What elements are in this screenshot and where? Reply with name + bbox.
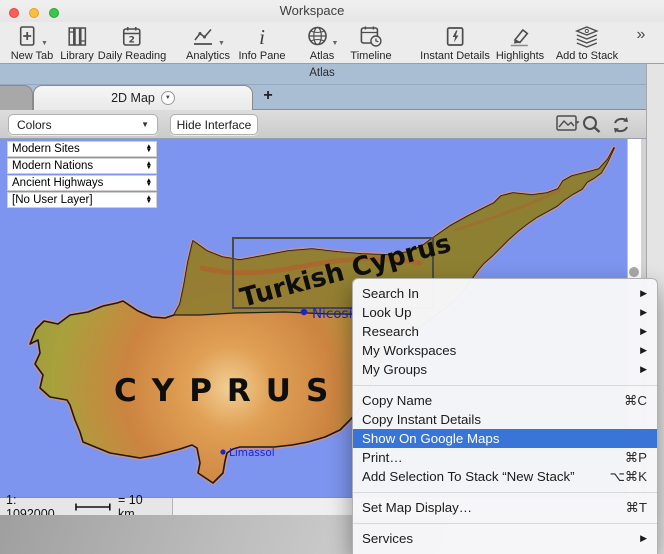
menu-item-services[interactable]: Services▶: [353, 529, 657, 548]
country-label: CYPRUS: [114, 373, 343, 409]
toolbar-new-tab-button[interactable]: ▼ New Tab: [11, 24, 54, 62]
pane-header-bar: Atlas: [0, 64, 646, 85]
layer-selector-stack: Modern Sites ▲▼ Modern Nations ▲▼ Ancien…: [7, 141, 157, 209]
nicosia-dot: [301, 309, 307, 315]
tab-2d-map[interactable]: 2D Map ▼: [33, 85, 253, 110]
layer-select-3[interactable]: Ancient Highways ▲▼: [7, 175, 157, 191]
toolbar-overflow-chevron[interactable]: »: [637, 26, 644, 44]
toolbar-add-to-stack-button[interactable]: Add to Stack: [556, 24, 618, 62]
menu-item-look-up[interactable]: Look Up▶: [353, 303, 657, 322]
new-tab-icon: ▼: [16, 24, 48, 50]
highlighter-icon: [507, 24, 533, 50]
menu-item-my-workspaces[interactable]: My Workspaces▶: [353, 341, 657, 360]
menu-item-search-in[interactable]: Search In▶: [353, 284, 657, 303]
menu-item-my-groups[interactable]: My Groups▶: [353, 360, 657, 379]
submenu-arrow-icon: ▶: [640, 288, 647, 299]
hide-interface-button[interactable]: Hide Interface: [170, 114, 258, 135]
scrollbar-thumb[interactable]: [629, 267, 639, 277]
tab-dropdown-icon[interactable]: ▼: [161, 91, 175, 105]
context-menu: Search In▶ Look Up▶ Research▶ My Workspa…: [352, 278, 658, 554]
info-pane-icon: i: [259, 24, 265, 50]
toolbar-instant-details-button[interactable]: Instant Details: [420, 24, 490, 62]
toolbar-daily-reading-button[interactable]: 2 Daily Reading: [98, 24, 166, 62]
menu-item-show-on-google-maps[interactable]: Show On Google Maps: [353, 429, 657, 448]
inactive-tab-stub: [0, 85, 33, 110]
stepper-arrows-icon: ▲▼: [146, 162, 152, 170]
shortcut-label: ⌥⌘K: [610, 469, 648, 485]
stepper-arrows-icon: ▲▼: [146, 179, 152, 187]
toolbar-library-button[interactable]: Library: [60, 24, 94, 62]
tab-bar: 2D Map ▼ +: [0, 85, 646, 110]
menu-separator: [353, 523, 657, 524]
limassol-dot: [220, 449, 225, 454]
stepper-arrows-icon: ▲▼: [146, 196, 152, 204]
submenu-arrow-icon: ▶: [640, 364, 647, 375]
menu-item-copy-name[interactable]: Copy Name⌘C: [353, 391, 657, 410]
layer-select-4[interactable]: [No User Layer] ▲▼: [7, 192, 157, 208]
instant-details-icon: [443, 24, 467, 50]
close-window-button[interactable]: [9, 8, 19, 18]
workspace-window: Workspace ▼ New Tab Library 2 Daily Read…: [0, 0, 664, 554]
new-tab-plus-button[interactable]: +: [263, 87, 272, 105]
map-style-icon[interactable]: [556, 114, 582, 134]
menu-item-research[interactable]: Research▶: [353, 322, 657, 341]
submenu-arrow-icon: ▶: [640, 533, 647, 544]
zoom-window-button[interactable]: [49, 8, 59, 18]
dropdown-caret-icon: ▼: [332, 40, 339, 47]
toolbar-atlas-button[interactable]: ▼ Atlas: [306, 24, 339, 62]
limassol-label: Limassol: [229, 447, 275, 459]
shortcut-label: ⌘P: [625, 450, 647, 466]
refresh-cycle-icon[interactable]: [608, 114, 634, 136]
stepper-arrows-icon: ▲▼: [146, 145, 152, 153]
layer-select-1[interactable]: Modern Sites ▲▼: [7, 141, 157, 157]
timeline-icon: [358, 24, 384, 50]
toolbar-timeline-button[interactable]: Timeline: [350, 24, 391, 62]
dropdown-caret-icon: ▼: [41, 40, 48, 47]
menu-separator: [353, 385, 657, 386]
search-icon[interactable]: [581, 114, 603, 134]
chevron-down-icon: ▼: [141, 120, 149, 129]
map-controls-bar: Colors ▼ Hide Interface: [0, 110, 646, 139]
daily-reading-icon: 2: [120, 24, 144, 50]
pane-title: Atlas: [309, 67, 335, 79]
analytics-icon: ▼: [191, 24, 225, 50]
shortcut-label: ⌘T: [626, 500, 647, 516]
menu-item-add-selection-to-stack[interactable]: Add Selection To Stack “New Stack”⌥⌘K: [353, 467, 657, 486]
window-title: Workspace: [280, 3, 345, 18]
toolbar-highlights-button[interactable]: Highlights: [496, 24, 544, 62]
menu-item-copy-instant-details[interactable]: Copy Instant Details: [353, 410, 657, 429]
layer-select-2[interactable]: Modern Nations ▲▼: [7, 158, 157, 174]
colors-dropdown[interactable]: Colors ▼: [8, 114, 158, 135]
scale-readout: 1: 1092000 = 10 km.: [0, 498, 173, 515]
toolbar-info-pane-button[interactable]: i Info Pane: [238, 24, 285, 62]
menu-item-set-map-display[interactable]: Set Map Display…⌘T: [353, 498, 657, 517]
submenu-arrow-icon: ▶: [640, 326, 647, 337]
tab-label: 2D Map: [111, 91, 155, 105]
toolbar-analytics-button[interactable]: ▼ Analytics: [186, 24, 230, 62]
main-toolbar: ▼ New Tab Library 2 Daily Reading ▼ Anal…: [0, 22, 664, 64]
library-icon: [65, 24, 89, 50]
dropdown-caret-icon: ▼: [218, 40, 225, 47]
svg-text:2: 2: [129, 36, 135, 46]
menu-item-print[interactable]: Print…⌘P: [353, 448, 657, 467]
title-bar: Workspace: [0, 0, 664, 22]
scale-bar-icon: [74, 502, 112, 512]
submenu-arrow-icon: ▶: [640, 345, 647, 356]
submenu-arrow-icon: ▶: [640, 307, 647, 318]
minimize-window-button[interactable]: [29, 8, 39, 18]
stack-icon: [573, 24, 601, 50]
atlas-globe-icon: ▼: [306, 24, 339, 50]
shortcut-label: ⌘C: [624, 393, 647, 409]
menu-separator: [353, 492, 657, 493]
